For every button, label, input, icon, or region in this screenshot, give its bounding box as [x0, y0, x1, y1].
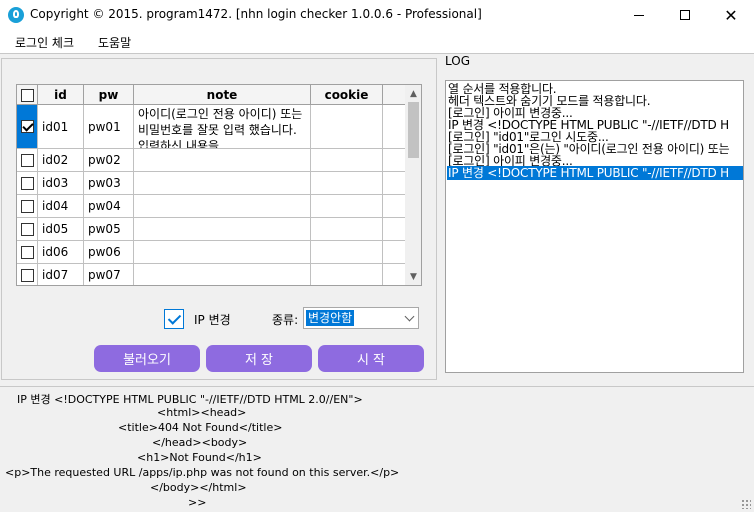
- row-pw: pw01: [84, 105, 134, 148]
- row-checkbox[interactable]: [21, 153, 34, 167]
- row-select-cell[interactable]: [17, 218, 38, 240]
- response-output: IP 변경 <!DOCTYPE HTML PUBLIC "-//IETF//DT…: [0, 386, 754, 512]
- row-id: id01: [38, 105, 84, 148]
- load-button[interactable]: 불러오기: [94, 345, 200, 372]
- resize-grip-icon[interactable]: [741, 499, 751, 509]
- table-row[interactable]: id02 pw02: [17, 149, 405, 172]
- log-listbox[interactable]: 열 순서를 적용합니다. 헤더 텍스트와 숨기기 모드를 적용합니다. [로그인…: [445, 80, 744, 373]
- response-line: </head><body>: [152, 436, 248, 449]
- row-cookie: [311, 149, 383, 171]
- response-line: >>: [188, 496, 207, 509]
- ip-change-checkbox[interactable]: [164, 309, 184, 329]
- row-note: [134, 264, 311, 285]
- column-header-id[interactable]: id: [38, 85, 84, 105]
- row-checkbox[interactable]: [21, 176, 34, 190]
- row-id: id04: [38, 195, 84, 217]
- menu-bar: 로그인 체크 도움말: [0, 30, 754, 54]
- column-header-cookie[interactable]: cookie: [311, 85, 383, 105]
- scroll-up-icon[interactable]: ▲: [405, 85, 421, 102]
- start-button[interactable]: 시 작: [318, 345, 424, 372]
- row-select-cell[interactable]: [17, 195, 38, 217]
- save-button[interactable]: 저 장: [206, 345, 312, 372]
- scroll-thumb[interactable]: [408, 102, 419, 158]
- row-note: [134, 218, 311, 240]
- type-label: 종류:: [272, 313, 299, 327]
- row-select-cell[interactable]: [17, 172, 38, 194]
- row-select-cell[interactable]: [17, 241, 38, 263]
- close-icon: ✕: [724, 5, 738, 25]
- row-id: id03: [38, 172, 84, 194]
- row-checkbox[interactable]: [21, 120, 34, 133]
- row-id: id02: [38, 149, 84, 171]
- response-line: </body></html>: [150, 481, 247, 494]
- row-id: id07: [38, 264, 84, 285]
- row-cookie: [311, 241, 383, 263]
- row-pw: pw03: [84, 172, 134, 194]
- grid-scrollbar[interactable]: ▲ ▼: [405, 85, 421, 285]
- row-checkbox[interactable]: [21, 222, 34, 236]
- title-bar: Copyright © 2015. program1472. [nhn logi…: [0, 0, 754, 30]
- log-line-selected[interactable]: IP 변경 <!DOCTYPE HTML PUBLIC "-//IETF//DT…: [447, 166, 743, 180]
- row-checkbox[interactable]: [21, 199, 34, 213]
- response-line: <h1>Not Found</h1>: [137, 451, 262, 464]
- table-row[interactable]: id05 pw05: [17, 218, 405, 241]
- row-select-cell[interactable]: [17, 105, 38, 148]
- header-select-all[interactable]: [17, 85, 38, 105]
- response-line: IP 변경 <!DOCTYPE HTML PUBLIC "-//IETF//DT…: [17, 393, 363, 406]
- row-note: [134, 172, 311, 194]
- type-select-value: 변경안함: [306, 310, 355, 326]
- row-cookie: [311, 105, 383, 148]
- account-grid[interactable]: id pw note cookie id01 pw01 아이디(로그인 전용 아…: [16, 84, 422, 286]
- row-pw: pw02: [84, 149, 134, 171]
- menu-help[interactable]: 도움말: [98, 34, 131, 51]
- row-id: id06: [38, 241, 84, 263]
- table-row[interactable]: id06 pw06: [17, 241, 405, 264]
- type-select[interactable]: 변경안함: [303, 307, 419, 329]
- row-note: [134, 195, 311, 217]
- row-pw: pw04: [84, 195, 134, 217]
- row-pw: pw05: [84, 218, 134, 240]
- row-select-cell[interactable]: [17, 264, 38, 285]
- response-line: <title>404 Not Found</title>: [118, 421, 283, 434]
- ip-change-label: IP 변경: [194, 313, 231, 327]
- app-icon: [8, 7, 24, 23]
- row-note: 아이디(로그인 전용 아이디) 또는 비밀번호를 잘못 입력 했습니다. 입력하…: [134, 105, 311, 148]
- chevron-down-icon: [404, 311, 415, 322]
- column-header-note[interactable]: note: [134, 85, 311, 105]
- row-note: [134, 149, 311, 171]
- table-row[interactable]: id04 pw04: [17, 195, 405, 218]
- row-select-cell[interactable]: [17, 149, 38, 171]
- table-row[interactable]: id01 pw01 아이디(로그인 전용 아이디) 또는 비밀번호를 잘못 입력…: [17, 105, 405, 149]
- row-pw: pw07: [84, 264, 134, 285]
- window-title: Copyright © 2015. program1472. [nhn logi…: [30, 7, 482, 21]
- minimize-button[interactable]: [616, 0, 662, 30]
- log-label: LOG: [445, 54, 471, 68]
- row-id: id05: [38, 218, 84, 240]
- scroll-down-icon[interactable]: ▼: [405, 268, 421, 285]
- response-line: <html><head>: [157, 406, 247, 419]
- row-checkbox[interactable]: [21, 245, 34, 259]
- row-cookie: [311, 264, 383, 285]
- row-pw: pw06: [84, 241, 134, 263]
- select-all-checkbox[interactable]: [20, 88, 34, 102]
- table-row[interactable]: id07 pw07: [17, 264, 405, 285]
- row-cookie: [311, 195, 383, 217]
- close-button[interactable]: ✕: [708, 0, 754, 30]
- row-checkbox[interactable]: [21, 268, 34, 282]
- maximize-button[interactable]: [662, 0, 708, 30]
- menu-login-check[interactable]: 로그인 체크: [15, 34, 74, 51]
- response-line: <p>The requested URL /apps/ip.php was no…: [5, 466, 400, 479]
- row-cookie: [311, 172, 383, 194]
- maximize-icon: [680, 10, 690, 20]
- minimize-icon: [634, 14, 644, 16]
- row-note: [134, 241, 311, 263]
- table-row[interactable]: id03 pw03: [17, 172, 405, 195]
- column-header-pw[interactable]: pw: [84, 85, 134, 105]
- grid-header: id pw note cookie: [17, 85, 405, 105]
- row-cookie: [311, 218, 383, 240]
